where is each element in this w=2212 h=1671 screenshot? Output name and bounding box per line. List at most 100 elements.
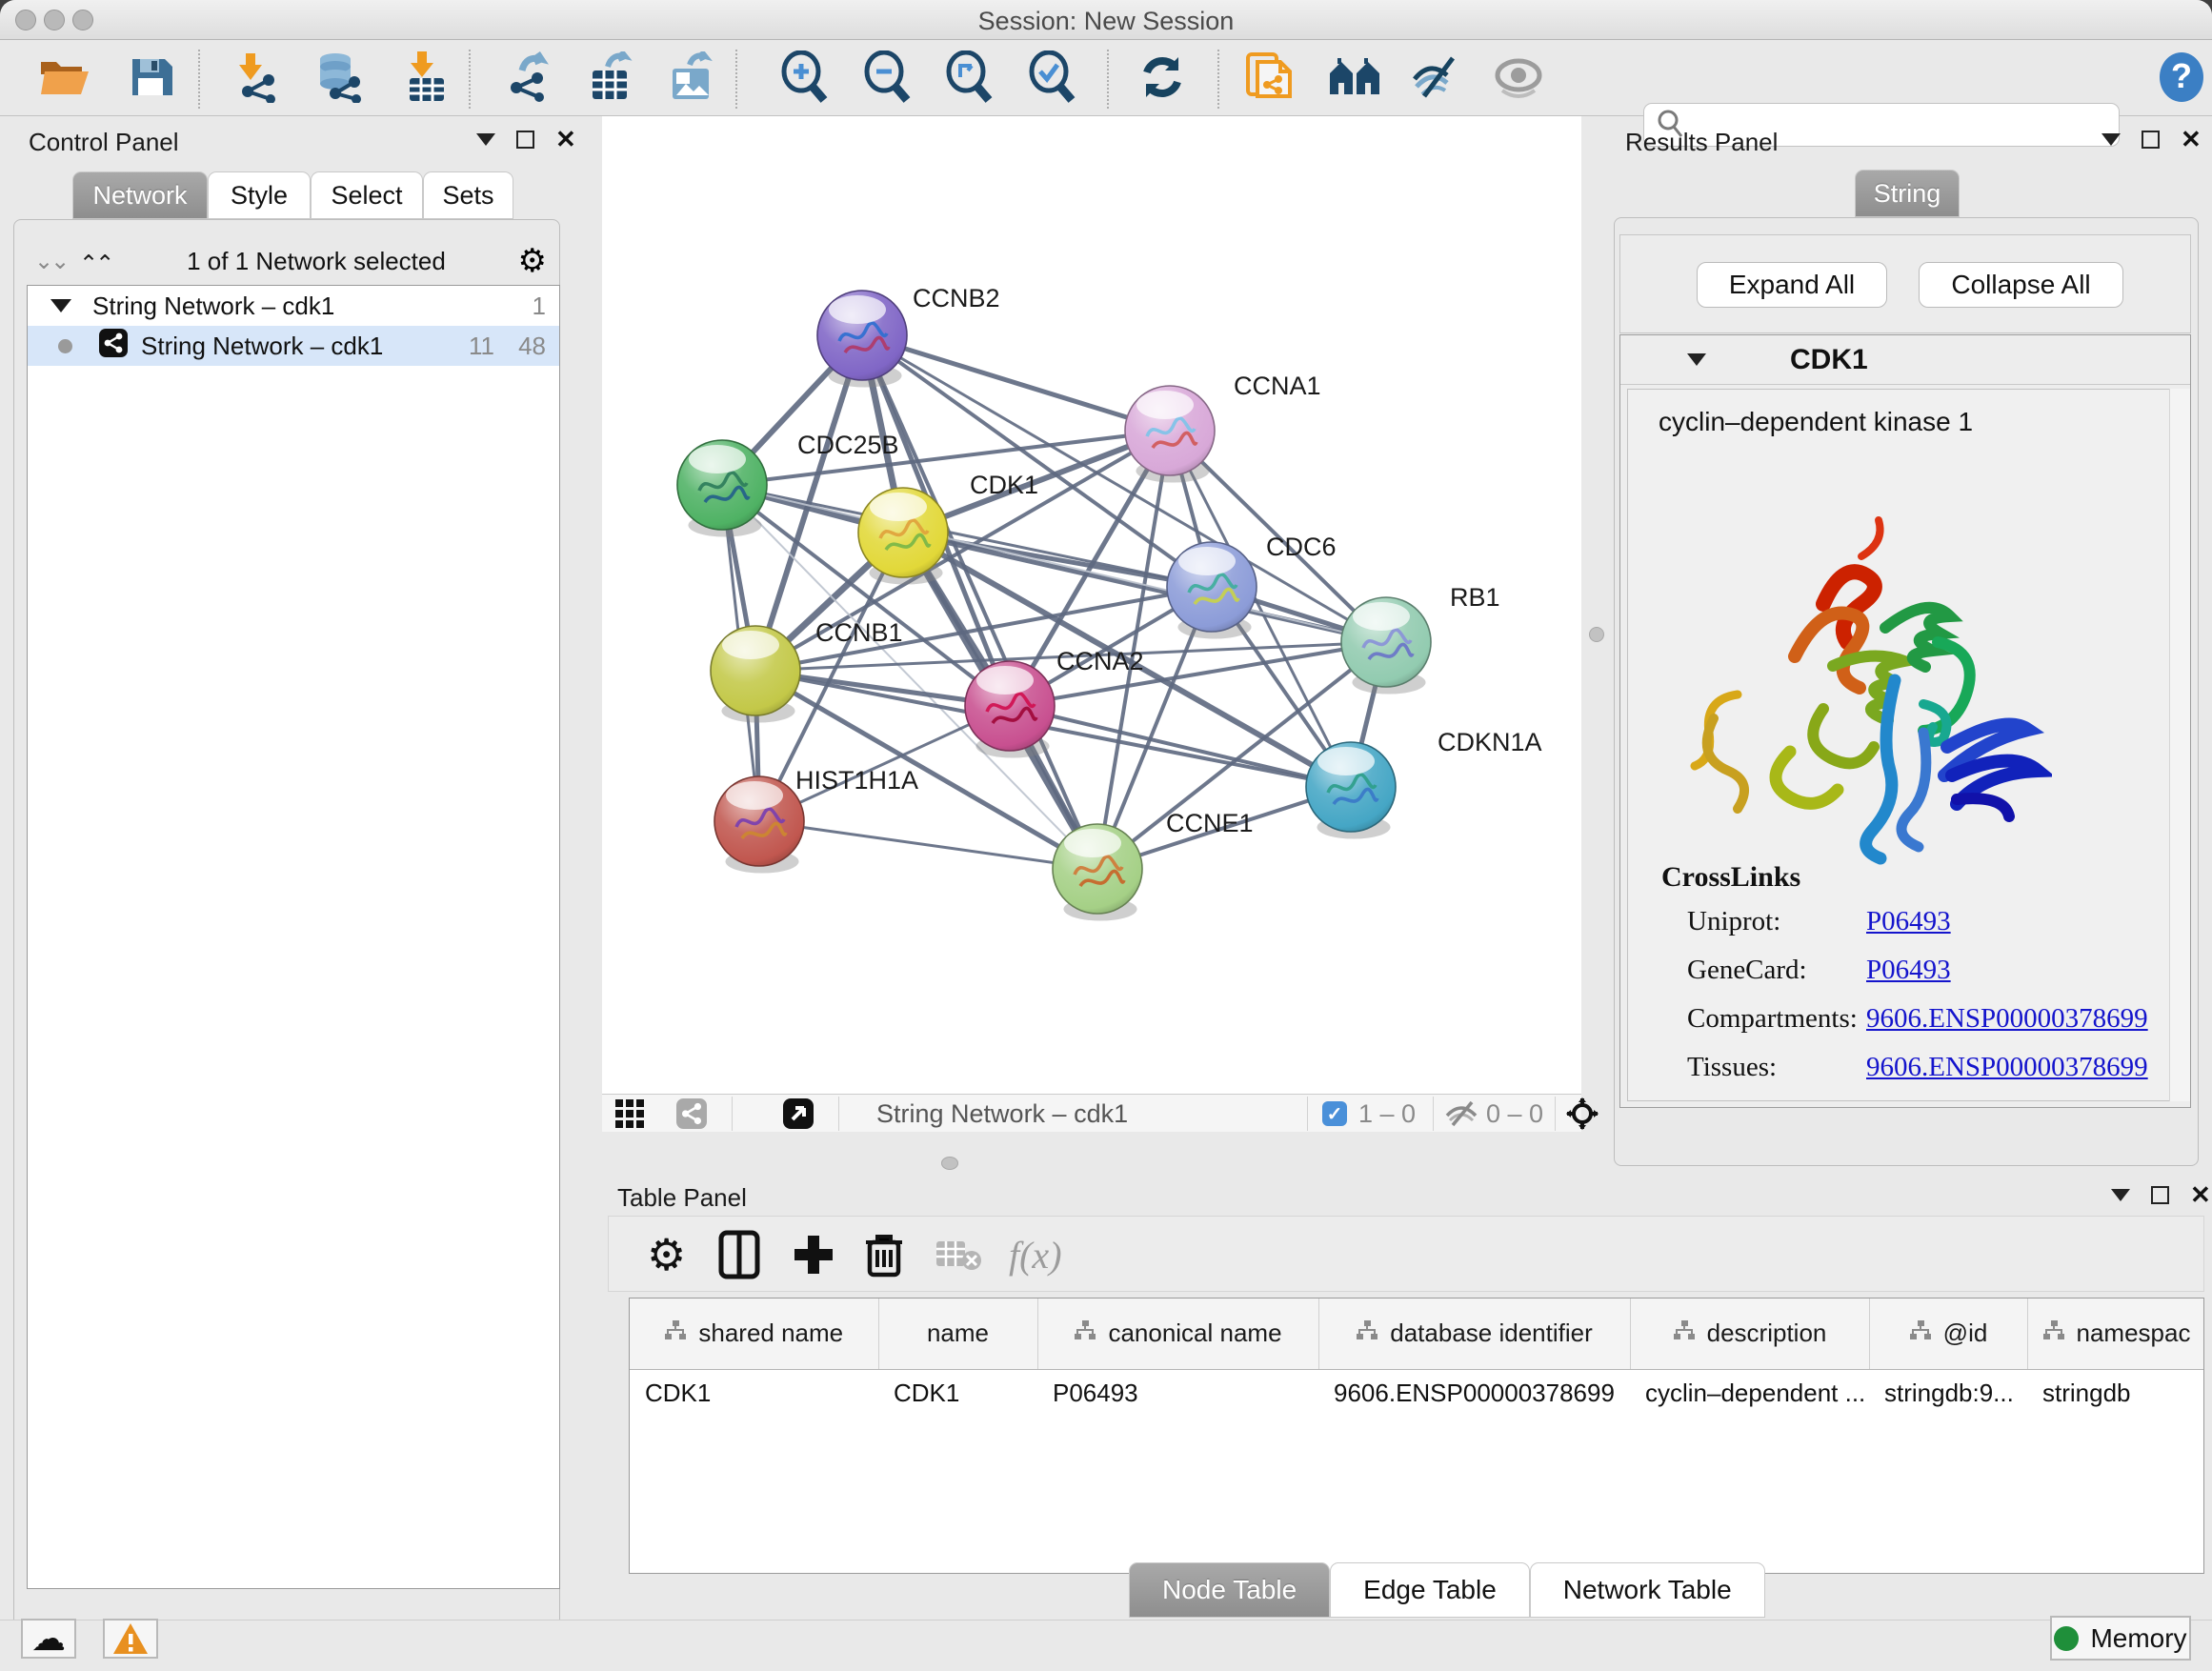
import-table-file-button[interactable]: [399, 51, 454, 107]
close-panel-icon[interactable]: ✕: [555, 130, 576, 149]
network-row[interactable]: String Network – cdk1 11 48: [28, 326, 559, 366]
collapse-panel-icon[interactable]: [2111, 1189, 2130, 1201]
help-button[interactable]: ?: [2154, 51, 2209, 107]
tree-expander-icon[interactable]: [50, 299, 71, 312]
export-image-button[interactable]: [664, 51, 719, 107]
add-column-icon[interactable]: [792, 1226, 835, 1283]
column-header-shared-name[interactable]: shared name: [630, 1299, 878, 1369]
show-columns-icon[interactable]: [718, 1226, 760, 1283]
hide-selected-button[interactable]: [1409, 51, 1464, 107]
collapse-panel-icon[interactable]: [476, 133, 495, 146]
application-window: Session: New Session: [0, 0, 2212, 1671]
crosslink-label: Uniprot:: [1687, 906, 1780, 937]
crosslink-compartments-link[interactable]: 9606.ENSP00000378699: [1866, 1003, 2148, 1035]
toolbar-separator: [469, 50, 471, 109]
cdk1-result-card: CDK1 cyclin–dependent kinase 1: [1619, 334, 2191, 1108]
open-session-button[interactable]: [37, 51, 92, 107]
close-panel-icon[interactable]: ✕: [2190, 1185, 2211, 1204]
horizontal-splitter-handle[interactable]: [941, 1157, 958, 1170]
collapse-all-tree-icon[interactable]: ⌄⌄: [82, 248, 114, 275]
collapse-entry-icon[interactable]: [1687, 353, 1706, 366]
network-view-toolbar: String Network – cdk1 ✓ 1 – 0 0 – 0: [602, 1094, 1581, 1132]
view-share-button[interactable]: [676, 1098, 707, 1129]
warnings-button[interactable]: [103, 1619, 158, 1659]
table-gear-icon[interactable]: ⚙: [647, 1226, 686, 1283]
table-cell[interactable]: 9606.ENSP00000378699: [1318, 1369, 1630, 1417]
entry-description: cyclin–dependent kinase 1: [1659, 407, 1973, 437]
float-panel-icon[interactable]: [2142, 131, 2160, 149]
cloud-status-button[interactable]: ☁: [21, 1619, 76, 1659]
node-table[interactable]: shared namenamecanonical namedatabase id…: [629, 1298, 2204, 1574]
tab-edge-table[interactable]: Edge Table: [1330, 1562, 1530, 1618]
zoom-selected-button[interactable]: [1025, 51, 1080, 107]
table-row[interactable]: CDK1CDK1P064939606.ENSP00000378699cyclin…: [630, 1369, 2204, 1417]
delete-table-icon: [935, 1226, 982, 1283]
crosslink-uniprot-link[interactable]: P06493: [1866, 906, 1951, 937]
refresh-view-button[interactable]: [1135, 51, 1190, 107]
export-network-button[interactable]: [502, 51, 557, 107]
import-network-database-button[interactable]: [311, 51, 366, 107]
delete-column-icon[interactable]: [864, 1226, 904, 1283]
collapse-panel-icon[interactable]: [2101, 133, 2121, 146]
expand-all-tree-icon[interactable]: ⌄⌄: [34, 248, 67, 275]
results-scrollbar[interactable]: [2169, 389, 2190, 1101]
table-cell[interactable]: cyclin–dependent ...: [1630, 1369, 1869, 1417]
network-canvas[interactable]: CCNB2CCNA1CDC25BCDK1CDC6RB1CCNB1CCNA2CDK…: [602, 116, 1581, 1094]
node-label-RB1: RB1: [1450, 583, 1500, 612]
expand-all-button[interactable]: Expand All: [1697, 262, 1887, 308]
tab-network[interactable]: Network: [72, 171, 208, 219]
crosslink-genecard-link[interactable]: P06493: [1866, 955, 1951, 986]
network-options-gear-icon[interactable]: ⚙: [518, 242, 547, 280]
view-grid-button[interactable]: [615, 1098, 644, 1129]
network-edge-CCNA2-CDKN1A[interactable]: [1010, 706, 1351, 787]
tab-style[interactable]: Style: [208, 171, 311, 219]
window-title: Session: New Session: [0, 7, 2212, 36]
zoom-in-button[interactable]: [777, 51, 833, 107]
network-collection-row[interactable]: String Network – cdk1 1: [28, 286, 559, 326]
function-builder-icon: f(x): [1009, 1226, 1062, 1283]
show-all-button[interactable]: [1491, 51, 1546, 107]
network-edge-CCNB2-CCNA1[interactable]: [862, 335, 1170, 431]
column-header-database-identifier[interactable]: database identifier: [1318, 1299, 1630, 1369]
string-home-button[interactable]: [1327, 51, 1382, 107]
birdseye-navigator-button[interactable]: [1566, 1098, 1599, 1129]
close-panel-icon[interactable]: ✕: [2181, 130, 2202, 149]
float-panel-icon[interactable]: [516, 131, 534, 149]
tab-select[interactable]: Select: [311, 171, 423, 219]
collapse-all-button[interactable]: Collapse All: [1919, 262, 2123, 308]
table-cell[interactable]: CDK1: [630, 1369, 878, 1417]
new-network-from-selection-button[interactable]: [1241, 51, 1297, 107]
network-tree: String Network – cdk1 1 String Network –…: [27, 285, 560, 1589]
column-header-description[interactable]: description: [1630, 1299, 1869, 1369]
export-table-button[interactable]: [584, 51, 639, 107]
vertical-splitter-handle[interactable]: [1589, 627, 1604, 642]
import-network-file-button[interactable]: [231, 51, 287, 107]
save-session-button[interactable]: [123, 51, 178, 107]
crosslink-label: Pharos:: [1687, 1100, 1770, 1101]
column-header-canonical-name[interactable]: canonical name: [1037, 1299, 1318, 1369]
detach-view-button[interactable]: [783, 1098, 814, 1129]
zoom-out-button[interactable]: [860, 51, 915, 107]
table-cell[interactable]: CDK1: [878, 1369, 1037, 1417]
tab-node-table[interactable]: Node Table: [1129, 1562, 1330, 1618]
network-edge-HIST1H1A-CCNE1[interactable]: [759, 821, 1097, 869]
tab-sets[interactable]: Sets: [423, 171, 513, 219]
crosslink-tissues-link[interactable]: 9606.ENSP00000378699: [1866, 1052, 2148, 1083]
hidden-eye-icon[interactable]: [1444, 1098, 1478, 1129]
crosslink-pharos-link[interactable]: P06493: [1866, 1100, 1951, 1101]
column-header-namespac[interactable]: namespac: [2027, 1299, 2204, 1369]
zoom-out-icon: [863, 50, 913, 109]
column-tree-icon: [1356, 1319, 1378, 1348]
float-panel-icon[interactable]: [2151, 1186, 2169, 1204]
tab-network-table[interactable]: Network Table: [1530, 1562, 1765, 1618]
tab-string[interactable]: String: [1855, 170, 1960, 217]
memory-button[interactable]: Memory: [2050, 1616, 2191, 1661]
selected-checkbox[interactable]: ✓: [1322, 1098, 1347, 1129]
column-header-name[interactable]: name: [878, 1299, 1037, 1369]
zoom-fit-content-button[interactable]: [942, 51, 997, 107]
table-cell[interactable]: P06493: [1037, 1369, 1318, 1417]
column-header--id[interactable]: @id: [1869, 1299, 2027, 1369]
table-cell[interactable]: stringdb:9...: [1869, 1369, 2027, 1417]
column-tree-icon: [2042, 1319, 2065, 1348]
table-cell[interactable]: stringdb: [2027, 1369, 2204, 1417]
